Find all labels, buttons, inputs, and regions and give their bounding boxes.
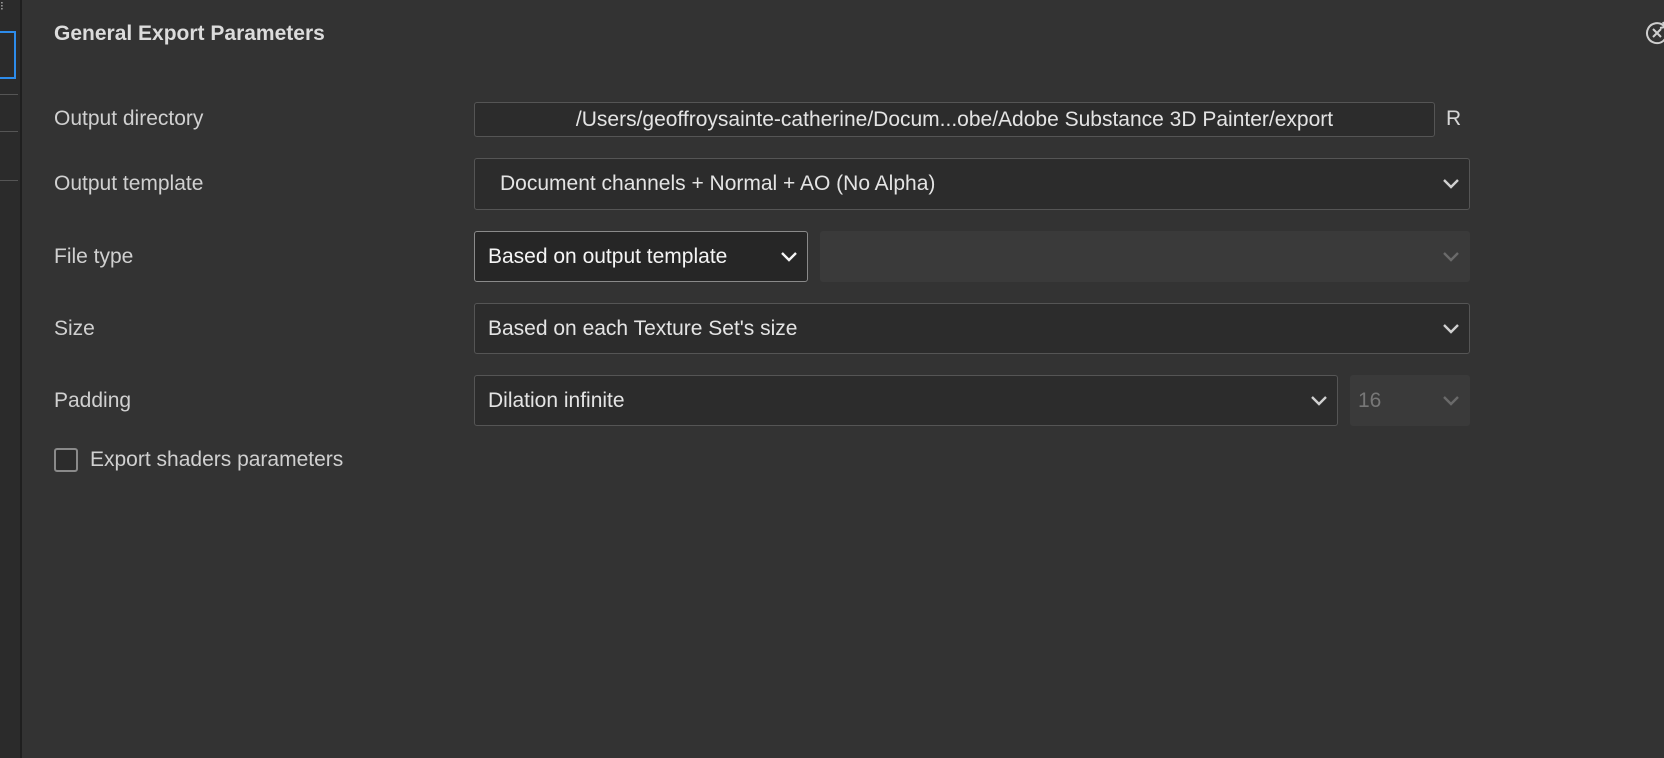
size-dropdown[interactable]: Based on each Texture Set's size	[474, 303, 1470, 354]
reset-icon[interactable]	[1644, 20, 1664, 46]
file-type-dropdown[interactable]: Based on output template	[474, 231, 808, 282]
output-template-dropdown[interactable]: Document channels + Normal + AO (No Alph…	[474, 158, 1470, 210]
chevron-down-icon	[1433, 376, 1469, 425]
file-type-label: File type	[54, 245, 134, 268]
file-type-value: Based on output template	[488, 244, 728, 268]
export-shaders-checkbox[interactable]	[54, 448, 78, 472]
sidebar-selected-item[interactable]	[0, 31, 16, 79]
sidebar-divider	[0, 180, 18, 181]
padding-size-dropdown[interactable]: 16	[1350, 375, 1470, 426]
size-label: Size	[54, 317, 95, 340]
sidebar-divider	[0, 94, 18, 95]
padding-value: Dilation infinite	[488, 388, 625, 412]
padding-size-value: 16	[1358, 388, 1382, 412]
sidebar-divider	[0, 131, 18, 132]
output-directory-value: /Users/geoffroysainte-catherine/Docum...…	[575, 107, 1334, 131]
file-format-dropdown[interactable]	[820, 231, 1470, 282]
output-directory-field[interactable]: /Users/geoffroysainte-catherine/Docum...…	[474, 102, 1435, 137]
output-directory-suffix: R	[1446, 107, 1462, 130]
output-template-value: Document channels + Normal + AO (No Alph…	[500, 172, 936, 195]
left-sidebar-strip: ⁝	[0, 0, 22, 758]
chevron-down-icon	[1433, 159, 1469, 209]
output-directory-label: Output directory	[54, 107, 204, 130]
panel-title: General Export Parameters	[54, 22, 325, 45]
padding-dropdown[interactable]: Dilation infinite	[474, 375, 1338, 426]
output-template-label: Output template	[54, 172, 204, 195]
padding-label: Padding	[54, 389, 132, 412]
sidebar-edge-icon: ⁝	[0, 0, 4, 13]
size-value: Based on each Texture Set's size	[488, 316, 798, 340]
chevron-down-icon	[1433, 232, 1469, 281]
export-shaders-label[interactable]: Export shaders parameters	[90, 448, 343, 472]
chevron-down-icon	[771, 232, 807, 281]
chevron-down-icon	[1433, 304, 1469, 353]
chevron-down-icon	[1301, 376, 1337, 425]
